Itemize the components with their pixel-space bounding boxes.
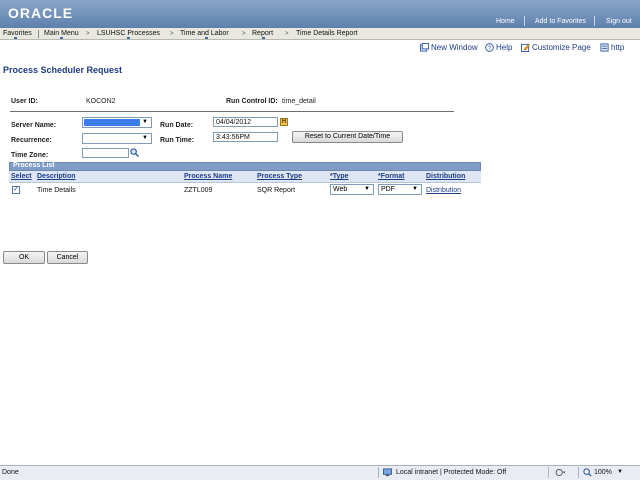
column-header-description[interactable]: Description [37,173,76,180]
menu-favorites[interactable]: Favorites [3,28,32,39]
time-zone-label: Time Zone: [11,152,49,159]
reset-to-current-date-time-button[interactable]: Reset to Current Date/Time [292,131,403,143]
zone-status-text: Local intranet | Protected Mode: Off [396,469,507,476]
breadcrumb-arrow-icon: > [170,31,174,37]
user-id-value: KOCON2 [86,98,116,105]
page-title: Process Scheduler Request [3,65,123,75]
favorites-dropdown-marker [14,37,17,39]
help-icon: ? [485,43,494,52]
time-labor-dropdown-marker [205,37,208,39]
chevron-down-icon: ▼ [412,186,418,192]
status-divider [378,467,379,478]
column-header-format[interactable]: *Format [378,173,404,180]
select-checkbox[interactable]: ✓ [12,186,20,194]
new-window-link[interactable]: New Window [420,43,478,52]
search-icon[interactable] [130,148,139,157]
column-header-distribution[interactable]: Distribution [426,173,465,180]
process-type-cell: SQR Report [257,187,296,194]
column-header-process-type[interactable]: Process Type [257,173,302,180]
format-value: PDF [381,186,395,193]
time-zone-input[interactable] [82,148,129,158]
server-name-dropdown[interactable]: ▼ [82,117,152,128]
http-label: http [611,43,625,52]
breadcrumb-arrow-icon: > [86,31,90,37]
breadcrumb-arrow-icon: > [285,31,289,37]
customize-page-icon [521,43,530,52]
status-divider [548,467,549,478]
help-link[interactable]: ? Help [485,43,512,52]
new-window-label: New Window [431,43,478,52]
cancel-button[interactable]: Cancel [47,251,88,264]
process-name-cell: ZZTL009 [184,187,213,194]
chevron-down-icon: ▼ [142,119,148,125]
protected-mode-icon[interactable] [555,468,567,477]
menu-divider [38,30,39,38]
run-control-id-value: time_detail [282,98,316,105]
server-name-selection [84,119,140,126]
column-header-row [9,171,481,183]
distribution-link[interactable]: Distribution [426,187,461,194]
main-menu-dropdown-marker [60,37,63,39]
column-header-type[interactable]: *Type [330,173,349,180]
recurrence-label: Recurrence: [11,137,52,144]
zoom-icon[interactable] [583,468,592,477]
format-dropdown[interactable]: PDF ▼ [378,184,422,195]
header-divider [524,16,525,26]
help-label: Help [496,43,513,52]
chevron-down-icon[interactable]: ▼ [617,469,623,475]
recurrence-dropdown[interactable]: ▼ [82,133,152,144]
column-header-process-name[interactable]: Process Name [184,173,232,180]
ok-button[interactable]: OK [3,251,45,264]
http-link[interactable]: http [600,43,624,52]
user-id-label: User ID: [11,98,38,105]
oracle-logo: ORACLE [8,5,74,21]
status-divider [578,467,579,478]
column-header-select[interactable]: Select [11,173,32,180]
server-name-label: Server Name: [11,122,57,129]
new-window-icon [420,43,429,52]
lsuhsc-dropdown-marker [127,37,130,39]
zoom-level[interactable]: 100% [594,469,612,476]
report-dropdown-marker [262,37,265,39]
svg-text:?: ? [488,45,492,52]
description-cell: Time Details [37,187,76,194]
run-date-label: Run Date: [160,122,194,129]
chevron-down-icon: ▼ [142,135,148,141]
status-bar [0,465,640,480]
sign-out-link[interactable]: Sign out [606,18,632,25]
run-control-id-label: Run Control ID: [226,98,278,105]
breadcrumb-arrow-icon: > [242,31,246,37]
chevron-down-icon: ▼ [364,186,370,192]
type-dropdown[interactable]: Web ▼ [330,184,374,195]
process-list-title: Process List [13,162,55,169]
run-date-input[interactable]: 04/04/2012 [213,117,278,127]
customize-page-link[interactable]: Customize Page [521,43,591,52]
run-time-label: Run Time: [160,137,195,144]
customize-page-label: Customize Page [532,43,591,52]
process-list-header [9,162,481,171]
calendar-icon[interactable]: H [280,118,288,126]
home-link[interactable]: Home [496,18,515,25]
add-to-favorites-link[interactable]: Add to Favorites [535,18,586,25]
header-divider [594,16,595,26]
status-text: Done [2,469,19,476]
menu-time-details-report[interactable]: Time Details Report [296,28,358,39]
type-value: Web [333,186,348,193]
page-link-icon [600,43,609,52]
section-divider [10,111,454,112]
intranet-zone-icon [383,468,392,477]
run-time-input[interactable]: 3:43:56PM [213,132,278,142]
